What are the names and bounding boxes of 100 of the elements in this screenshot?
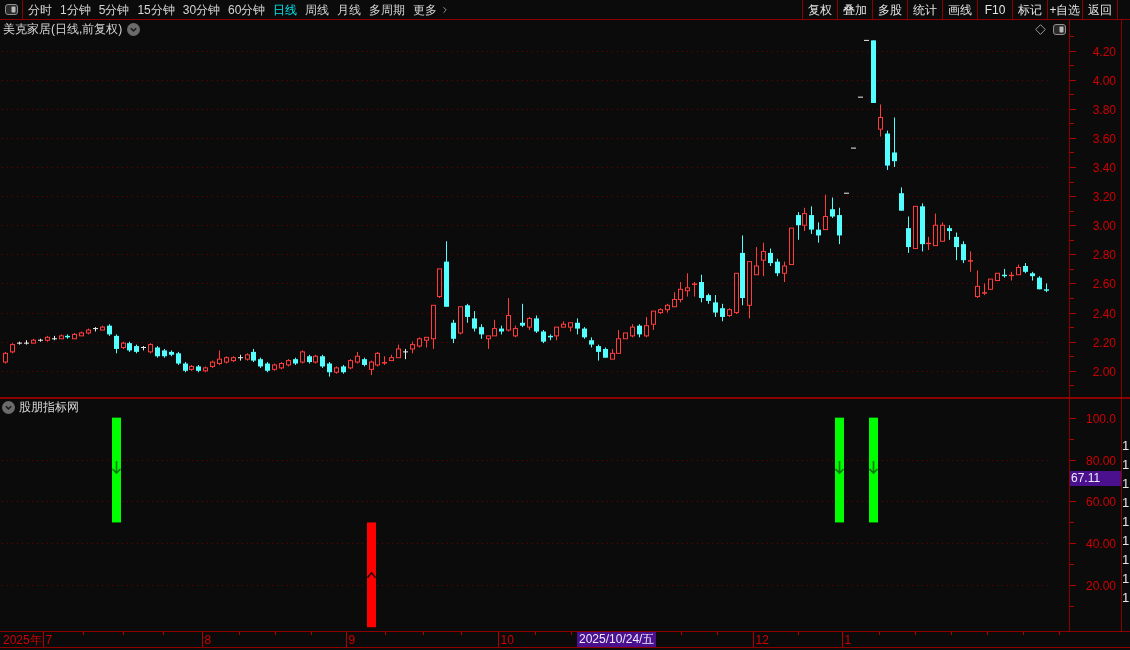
toolbar-button[interactable]: 画线 [942, 0, 977, 19]
toolbar-button[interactable]: 标记 [1012, 0, 1047, 19]
candlestick [851, 147, 856, 149]
down-arrow-icon [868, 460, 879, 475]
axis-label: 3.20 [1092, 190, 1116, 204]
axis-label: 3.40 [1092, 161, 1116, 175]
candlestick [761, 242, 766, 277]
candlestick [451, 319, 456, 344]
candlestick [933, 213, 938, 247]
diamond-icon[interactable] [1035, 24, 1046, 35]
candlestick [224, 355, 229, 364]
candlestick [954, 232, 959, 261]
candlestick [1016, 264, 1021, 276]
candlestick [265, 361, 270, 373]
candlestick [644, 316, 649, 338]
toolbar-button[interactable]: F10 [977, 0, 1012, 19]
period-tab[interactable]: 多周期 [365, 0, 410, 19]
axis-label: 3.60 [1092, 132, 1116, 146]
candlestick [596, 344, 601, 362]
side-value: 1 [1122, 475, 1130, 493]
candlestick [706, 293, 711, 305]
candlestick [864, 39, 869, 41]
candlestick [1044, 282, 1049, 293]
chevron-down-circle-icon[interactable] [127, 23, 141, 36]
period-tab[interactable]: 60分钟 [224, 0, 270, 19]
candlestick [520, 303, 525, 328]
panel-icon[interactable] [4, 4, 18, 15]
candlestick [713, 294, 718, 318]
period-tab[interactable]: 分时 [24, 0, 56, 19]
side-value: 1 [1122, 494, 1130, 512]
chart-title: 美克家居(日线,前复权) [3, 22, 123, 37]
candlestick [685, 272, 690, 298]
axis-label: 2.40 [1092, 307, 1116, 321]
candlestick [975, 269, 980, 299]
candlestick [382, 355, 387, 366]
candlestick [720, 303, 725, 322]
candlestick [238, 354, 243, 362]
candlestick [210, 360, 215, 369]
candlestick [114, 333, 119, 354]
chevron-down-circle-icon[interactable] [2, 401, 15, 414]
candlestick [885, 130, 890, 171]
candlestick [396, 344, 401, 359]
toolbar-button[interactable]: 返回 [1082, 0, 1117, 19]
month-label: 9 [348, 633, 356, 647]
candlestick [692, 281, 697, 298]
candlestick [575, 317, 580, 335]
period-tab[interactable]: 1分钟 [56, 0, 95, 19]
period-tab[interactable]: 周线 [301, 0, 334, 19]
month-label: 10 [500, 633, 514, 647]
candlestick [38, 338, 43, 343]
side-value: 1 [1122, 437, 1130, 455]
candlestick [837, 207, 842, 245]
candlestick [17, 341, 22, 346]
candlestick [809, 205, 814, 235]
axis-label: 60.00 [1085, 495, 1116, 509]
candlestick [79, 331, 84, 337]
period-tab[interactable]: 月线 [333, 0, 366, 19]
candlestick [947, 224, 952, 241]
toolbar-button[interactable]: 统计 [907, 0, 942, 19]
candlestick [169, 349, 174, 357]
candlestick [892, 117, 897, 168]
toolbar-button[interactable]: 多股 [872, 0, 907, 19]
candlestick [1037, 275, 1042, 290]
candlestick [424, 336, 429, 348]
cursor-value-label: 67.11 [1070, 471, 1121, 486]
axis-label: 2.80 [1092, 248, 1116, 262]
candlestick [830, 197, 835, 219]
period-tab[interactable]: 30分钟 [178, 0, 225, 19]
toolbar-button[interactable]: 复权 [802, 0, 837, 19]
candlestick [623, 332, 628, 340]
candlestick [658, 307, 663, 315]
candlestick [348, 358, 353, 370]
candlestick [86, 328, 91, 335]
candlestick [499, 325, 504, 335]
axis-label: 4.00 [1092, 74, 1116, 88]
candlestick [31, 338, 36, 344]
candlestick [561, 320, 566, 328]
period-tab[interactable]: 15分钟 [133, 0, 179, 19]
candlestick [431, 304, 436, 350]
candlestick [217, 349, 222, 366]
candlestick [871, 39, 876, 104]
down-arrow-icon [834, 460, 845, 475]
axis-label: 4.20 [1092, 45, 1116, 59]
panel-icon[interactable] [1053, 24, 1066, 35]
candlestick [906, 216, 911, 254]
period-tab[interactable]: 5分钟 [94, 0, 134, 19]
side-value: 1 [1122, 456, 1130, 474]
period-tab[interactable]: 日线 [269, 0, 302, 19]
candlestick [320, 354, 325, 369]
candlestick [479, 323, 484, 340]
candlestick [10, 342, 15, 354]
toolbar-button[interactable]: 叠加 [837, 0, 872, 19]
more-menu-button[interactable]: 更多 [409, 0, 455, 19]
candlestick [568, 322, 573, 332]
candlestick [444, 240, 449, 308]
toolbar-button[interactable]: +自选 [1047, 0, 1082, 19]
candlestick [293, 357, 298, 366]
candlestick [458, 306, 463, 335]
candlestick [258, 357, 263, 369]
down-arrow-icon [111, 460, 122, 475]
